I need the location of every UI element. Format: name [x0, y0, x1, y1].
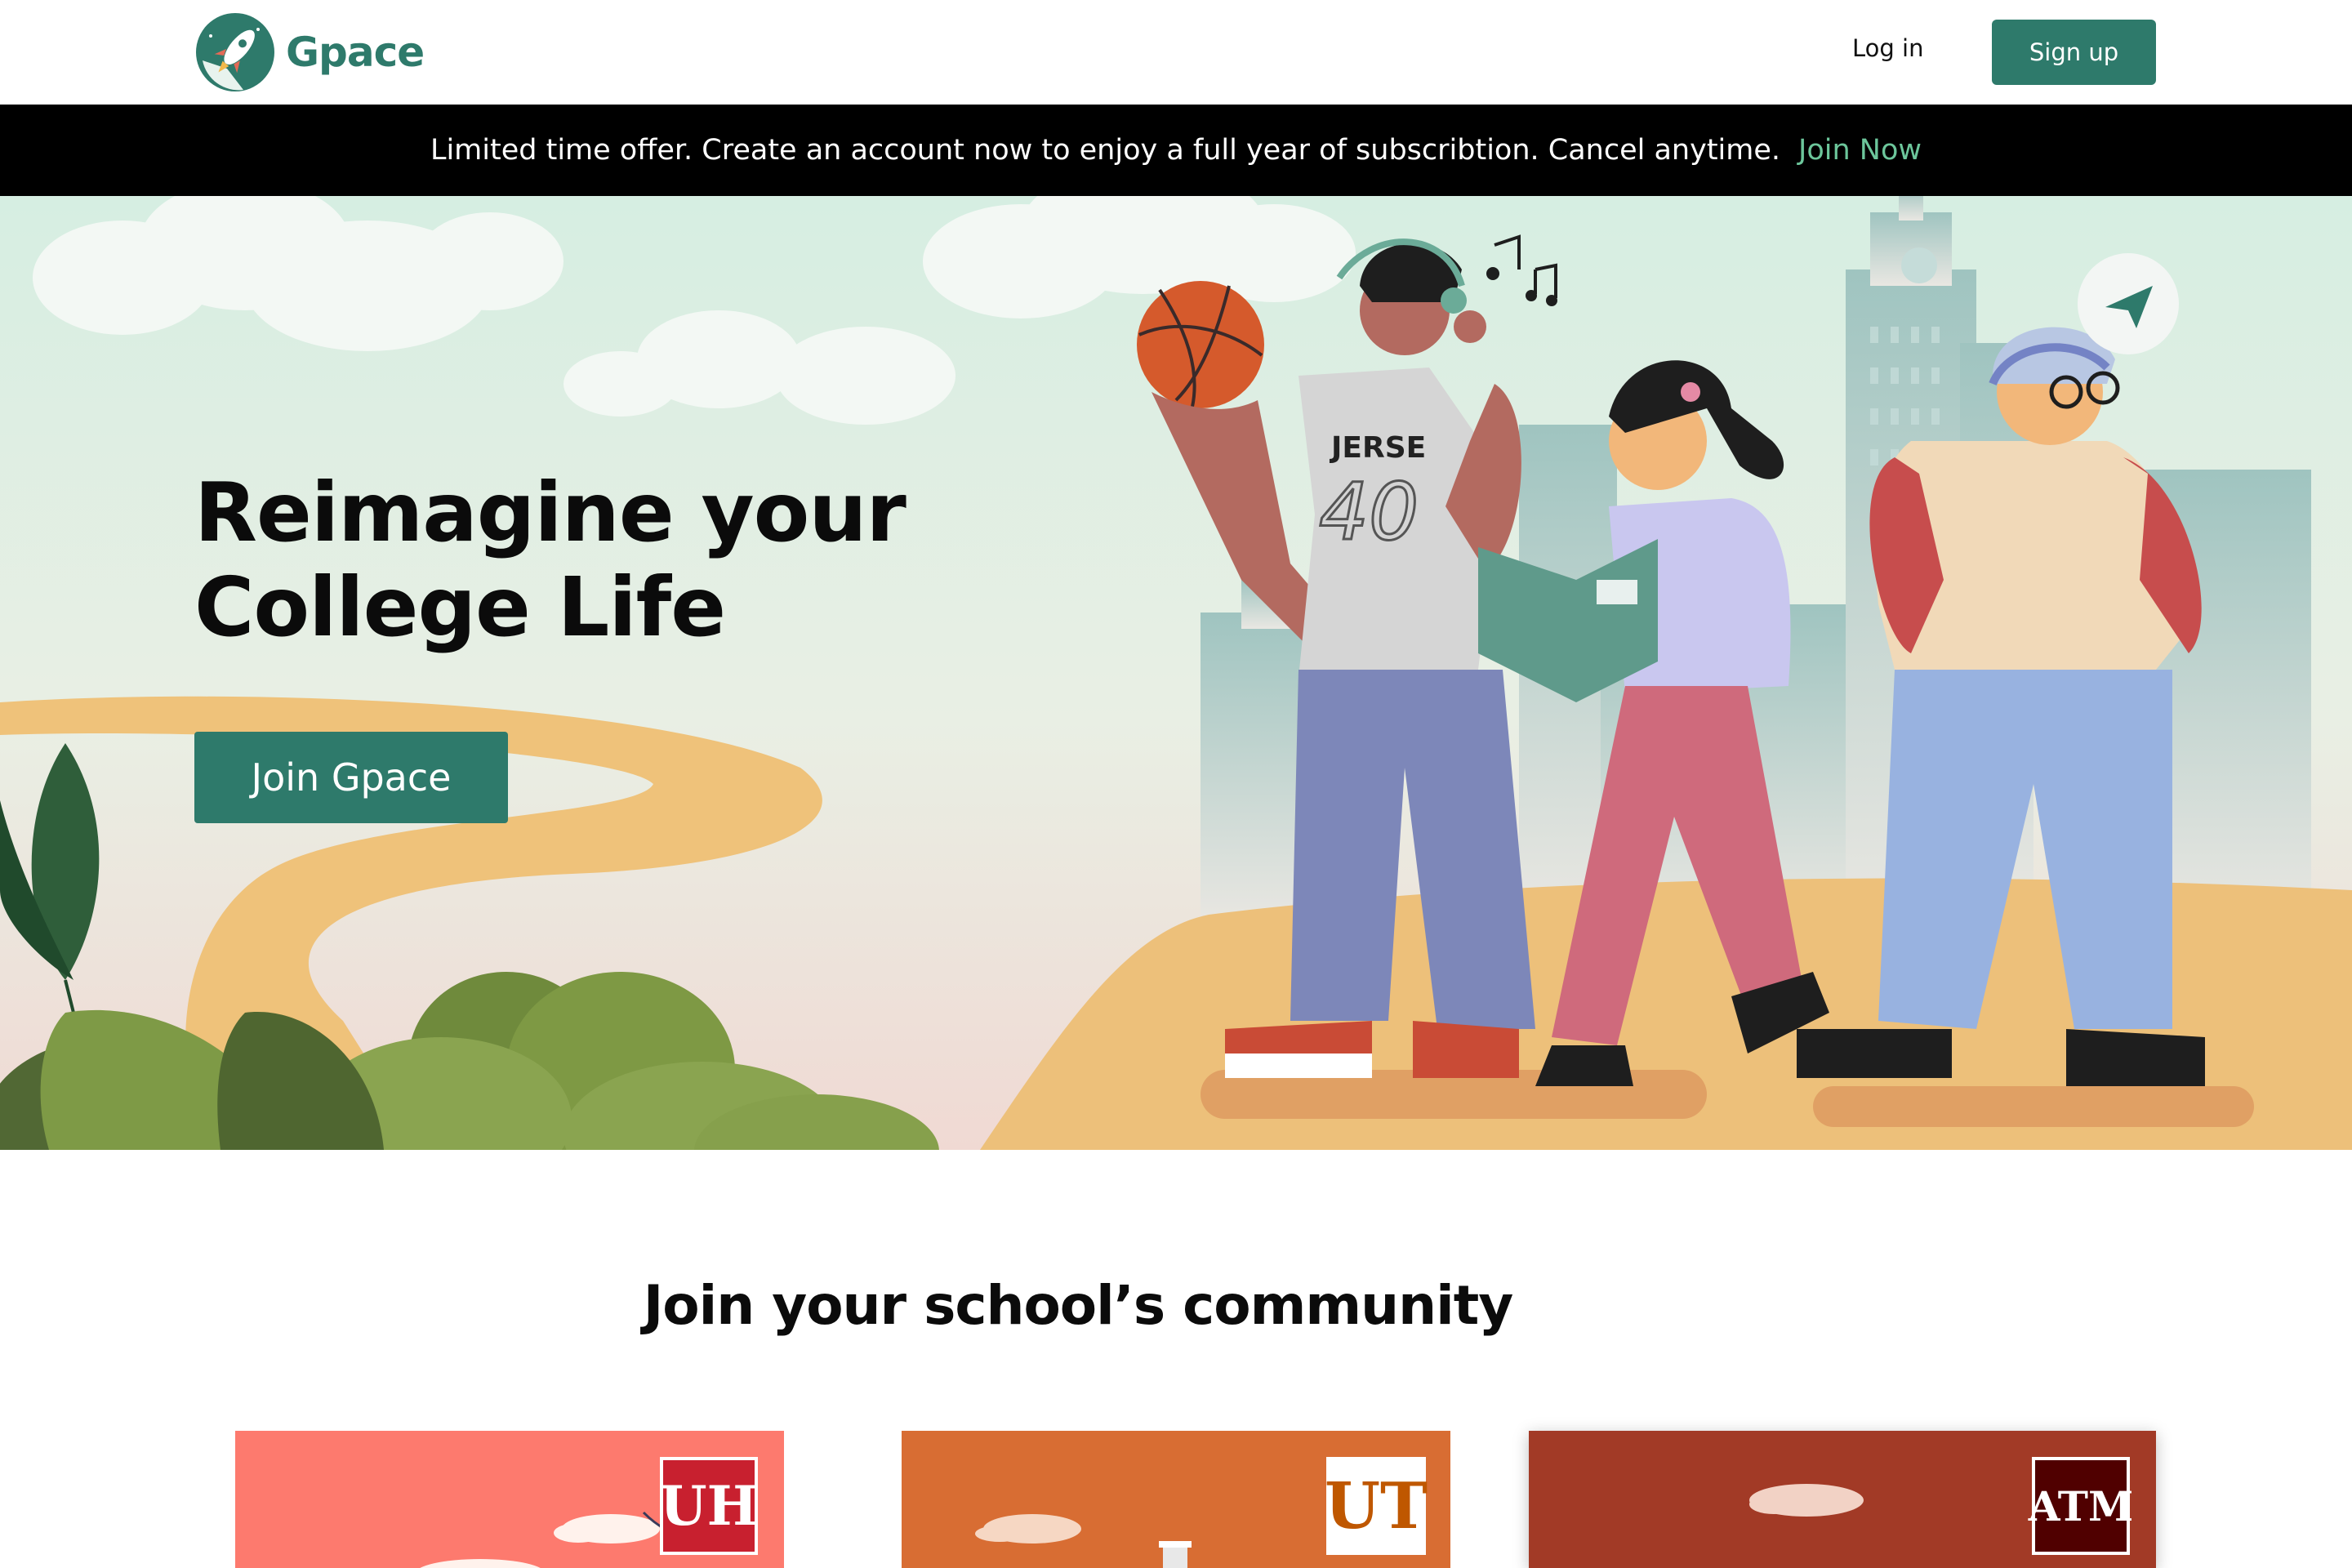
jersey-number: 40 — [1319, 466, 1419, 558]
hero-title-line1: Reimagine your — [194, 465, 906, 560]
uh-logo: UH — [660, 1457, 758, 1555]
tamu-logo: ATM — [2029, 1457, 2133, 1555]
ut-logo: UT — [1325, 1457, 1428, 1555]
hero-section: JERSE 40 Reimagine your College Life Joi… — [0, 196, 2352, 1150]
promo-banner: Limited time offer. Create an account no… — [0, 105, 2352, 196]
login-link[interactable]: Log in — [1852, 34, 1923, 62]
hero-title-line2: College Life — [194, 559, 726, 655]
logo[interactable]: Gpace — [194, 11, 425, 93]
promo-message: Limited time offer. Create an account no… — [430, 134, 1781, 167]
rocket-logo-icon — [196, 13, 274, 91]
logo-text: Gpace — [286, 29, 425, 76]
join-gpace-button[interactable]: Join Gpace — [194, 732, 508, 823]
hero-title: Reimagine your College Life — [194, 466, 906, 655]
school-card-tamu[interactable]: ATM — [1529, 1431, 2156, 1568]
school-card-ut[interactable]: UT — [902, 1431, 1450, 1568]
school-card-uh[interactable]: UH — [235, 1431, 784, 1568]
jersey-text: JERSE — [1329, 431, 1426, 465]
site-header: Gpace Log in Sign up — [0, 0, 2352, 105]
community-title: Join your school’s community — [643, 1274, 1514, 1337]
hero-illustration: JERSE 40 — [0, 196, 2352, 1150]
join-now-link[interactable]: Join Now — [1798, 134, 1922, 167]
signup-button[interactable]: Sign up — [1992, 20, 2156, 85]
